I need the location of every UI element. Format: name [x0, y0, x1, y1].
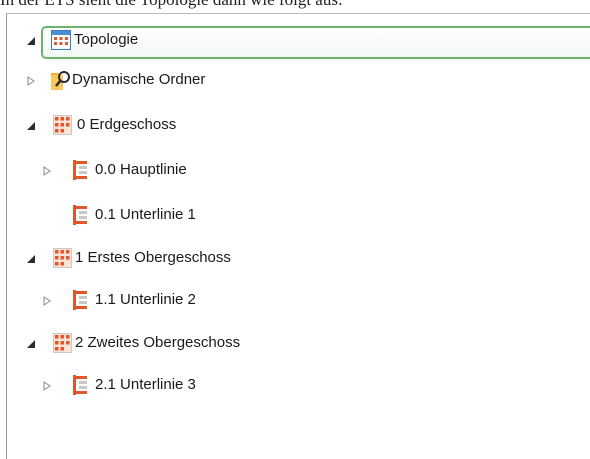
area-icon: [53, 114, 73, 136]
document-caption: In der ETS sieht die Topologie dann wie …: [0, 0, 590, 10]
tree-item-label: Dynamische Ordner: [72, 71, 206, 88]
expanded-arrow-icon[interactable]: [24, 252, 38, 266]
tree-item-label: Topologie: [74, 31, 139, 48]
collapsed-arrow-icon[interactable]: [40, 164, 54, 178]
topology-icon: [51, 29, 71, 51]
tree-item-zweites-obergeschoss[interactable]: 2 Zweites Obergeschoss: [7, 323, 587, 363]
tree-item-label: 1 Erstes Obergeschoss: [75, 249, 231, 266]
tree-item-label: 0 Erdgeschoss: [77, 116, 177, 133]
tree-item-unterlinie-3[interactable]: 2.1 Unterlinie 3: [7, 365, 587, 405]
tree-item-erdgeschoss[interactable]: 0 Erdgeschoss: [7, 105, 587, 145]
tree-item-unterlinie-1[interactable]: 0.1 Unterlinie 1: [7, 195, 587, 235]
collapsed-arrow-icon[interactable]: [24, 74, 38, 88]
line-icon: [71, 159, 91, 181]
collapsed-arrow-icon[interactable]: [40, 294, 54, 308]
tree-item-unterlinie-2[interactable]: 1.1 Unterlinie 2: [7, 280, 587, 320]
area-icon: [53, 247, 73, 269]
ets-topology-screenshot: In der ETS sieht die Topologie dann wie …: [0, 0, 590, 459]
tree-item-topologie[interactable]: Topologie: [7, 20, 590, 60]
line-icon: [71, 374, 91, 396]
collapsed-arrow-icon[interactable]: [40, 379, 54, 393]
tree-item-erstes-obergeschoss[interactable]: 1 Erstes Obergeschoss: [7, 238, 587, 278]
expanded-arrow-icon[interactable]: [24, 34, 38, 48]
topology-tree[interactable]: Topologie Dynamische Ordner 0 Erdgeschos…: [6, 13, 590, 459]
tree-item-label: 0.0 Hauptlinie: [95, 161, 187, 178]
tree-item-hauptlinie[interactable]: 0.0 Hauptlinie: [7, 150, 587, 190]
tree-item-label: 1.1 Unterlinie 2: [95, 291, 196, 308]
dynamic-folder-icon: [50, 69, 70, 91]
tree-item-label: 2 Zweites Obergeschoss: [75, 334, 241, 351]
tree-item-label: 2.1 Unterlinie 3: [95, 376, 196, 393]
line-icon: [71, 204, 91, 226]
line-icon: [71, 289, 91, 311]
tree-item-dynamische-ordner[interactable]: Dynamische Ordner: [7, 60, 587, 100]
expanded-arrow-icon[interactable]: [24, 119, 38, 133]
area-icon: [53, 332, 73, 354]
tree-item-label: 0.1 Unterlinie 1: [95, 206, 196, 223]
expanded-arrow-icon[interactable]: [24, 337, 38, 351]
